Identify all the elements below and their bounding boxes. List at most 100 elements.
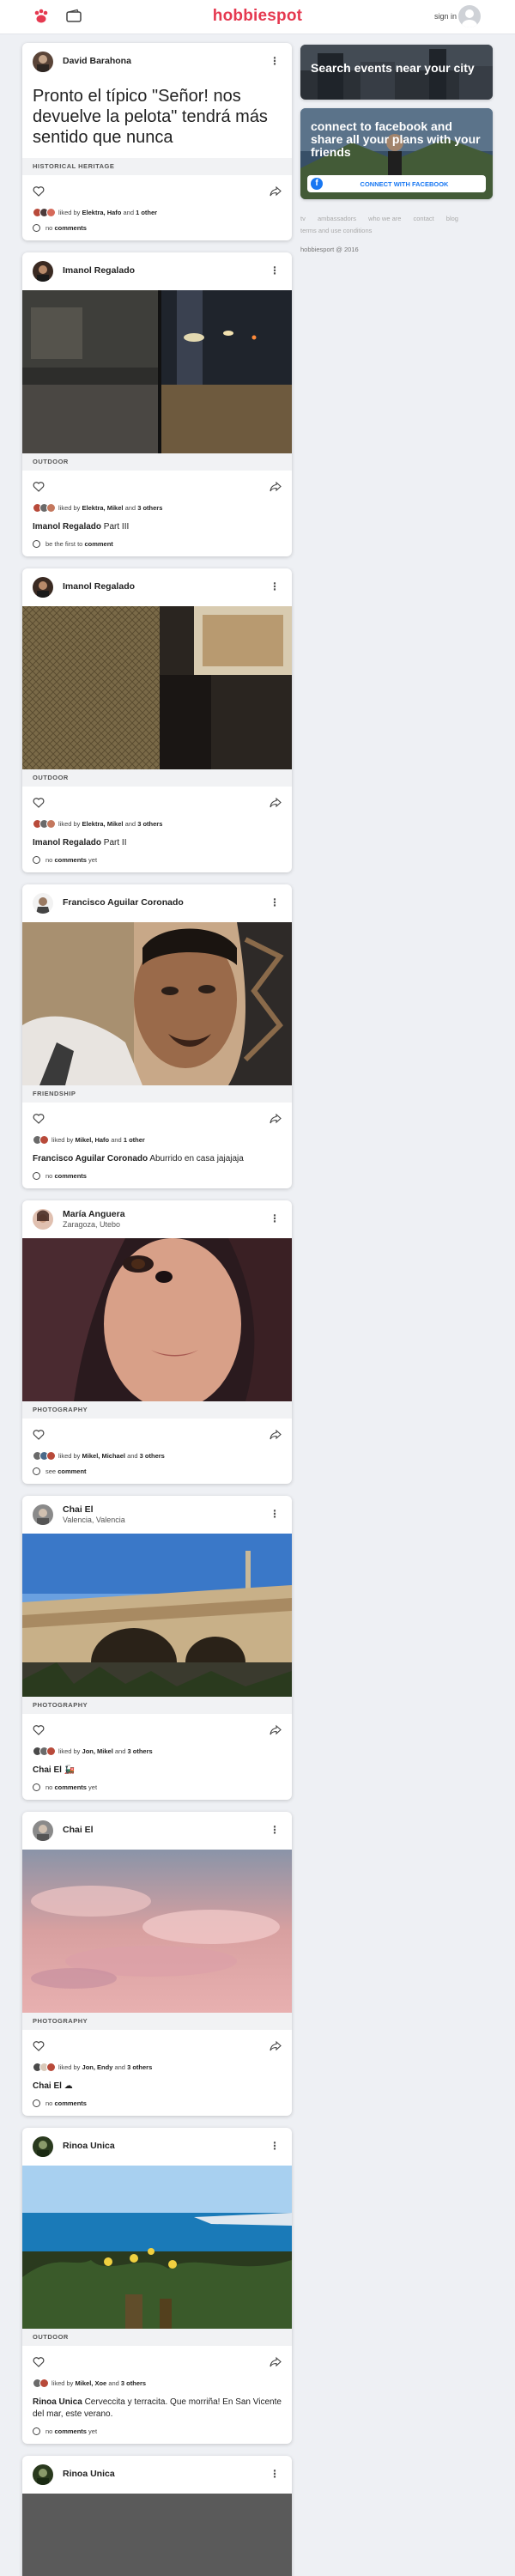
- comments-link[interactable]: see comment: [33, 1467, 282, 1475]
- more-options-icon[interactable]: ⋮: [270, 1824, 280, 1836]
- share-icon[interactable]: [270, 1429, 282, 1441]
- author-avatar[interactable]: [33, 1820, 53, 1841]
- post-category-tag[interactable]: OUTDOOR: [22, 2329, 292, 2346]
- footer-link[interactable]: contact: [414, 215, 434, 222]
- author-name[interactable]: María Anguera: [63, 1209, 125, 1219]
- more-options-icon[interactable]: ⋮: [270, 2140, 280, 2152]
- post-photo[interactable]: [22, 1534, 292, 1697]
- author-avatar[interactable]: [33, 893, 53, 914]
- author-avatar[interactable]: [33, 2136, 53, 2157]
- comments-link[interactable]: no comments: [33, 1172, 282, 1180]
- comments-word: comments: [54, 1783, 87, 1791]
- author-avatar[interactable]: [33, 52, 53, 72]
- footer-link[interactable]: tv: [300, 215, 306, 222]
- share-icon[interactable]: [270, 481, 282, 493]
- author-name[interactable]: Francisco Aguilar Coronado: [63, 897, 184, 908]
- post-card: David Barahona ⋮ Pronto el típico "Señor…: [22, 43, 292, 240]
- author-name[interactable]: Chai El: [63, 1504, 94, 1515]
- heart-icon[interactable]: [33, 1429, 45, 1441]
- share-icon[interactable]: [270, 185, 282, 197]
- author-name[interactable]: David Barahona: [63, 56, 131, 66]
- post-category-tag[interactable]: PHOTOGRAPHY: [22, 2013, 292, 2030]
- footer-link[interactable]: ambassadors: [318, 215, 356, 222]
- user-avatar[interactable]: [458, 5, 481, 27]
- events-promo[interactable]: Search events near your city: [300, 45, 493, 100]
- footer-link[interactable]: who we are: [368, 215, 401, 222]
- caption-author[interactable]: Francisco Aguilar Coronado: [33, 1154, 148, 1163]
- heart-icon[interactable]: [33, 2356, 45, 2368]
- post-photo[interactable]: [22, 922, 292, 1085]
- footer-link[interactable]: terms and use conditions: [300, 227, 372, 234]
- comments-link[interactable]: no comments yet: [33, 856, 282, 864]
- more-options-icon[interactable]: ⋮: [270, 2468, 280, 2480]
- post-category-tag[interactable]: OUTDOOR: [22, 453, 292, 471]
- post-photo[interactable]: [22, 1850, 292, 2013]
- author-avatar[interactable]: [33, 2464, 53, 2485]
- author-name[interactable]: Imanol Regalado: [63, 581, 135, 592]
- author-name[interactable]: Imanol Regalado: [63, 265, 135, 276]
- post-category-tag[interactable]: FRIENDSHIP: [22, 1085, 292, 1103]
- author-avatar[interactable]: [33, 1504, 53, 1525]
- likes-summary[interactable]: liked by Elektra, Hafo and 1 other: [33, 208, 282, 217]
- footer-link[interactable]: blog: [446, 215, 458, 222]
- heart-icon[interactable]: [33, 797, 45, 809]
- author-name[interactable]: Rinoa Unica: [63, 2469, 115, 2479]
- more-options-icon[interactable]: ⋮: [270, 1508, 280, 1520]
- comments-link[interactable]: no comments: [33, 2099, 282, 2107]
- caption-author[interactable]: Chai El: [33, 1765, 62, 1775]
- share-icon[interactable]: [270, 797, 282, 809]
- likes-summary[interactable]: liked by Mikel, Michael and 3 others: [33, 1451, 282, 1461]
- more-options-icon[interactable]: ⋮: [270, 1212, 280, 1224]
- caption-author[interactable]: Chai El: [33, 2081, 62, 2091]
- comments-link[interactable]: no comments: [33, 224, 282, 232]
- likes-summary[interactable]: liked by Jon, Mikel and 3 others: [33, 1747, 282, 1756]
- post-location[interactable]: Valencia, Valencia: [63, 1516, 125, 1524]
- share-icon[interactable]: [270, 1113, 282, 1125]
- post-headline[interactable]: Pronto el típico "Señor! nos devuelve la…: [22, 81, 292, 158]
- post-category-tag[interactable]: PHOTOGRAPHY: [22, 1697, 292, 1714]
- likes-summary[interactable]: liked by Mikel, Xoe and 3 others: [33, 2379, 282, 2388]
- sign-in-link[interactable]: sign in: [434, 12, 457, 21]
- post-photo[interactable]: [22, 606, 292, 769]
- heart-icon[interactable]: [33, 1113, 45, 1125]
- likes-and: and: [108, 2379, 119, 2387]
- heart-icon[interactable]: [33, 185, 45, 197]
- share-icon[interactable]: [270, 1724, 282, 1736]
- post-photo[interactable]: [22, 2494, 292, 2576]
- heart-icon[interactable]: [33, 2040, 45, 2052]
- share-icon[interactable]: [270, 2040, 282, 2052]
- author-avatar[interactable]: [33, 577, 53, 598]
- likes-prefix: liked by: [52, 1136, 74, 1144]
- author-avatar[interactable]: [33, 1209, 53, 1230]
- post-category-tag[interactable]: OUTDOOR: [22, 769, 292, 787]
- post-photo[interactable]: [22, 290, 292, 453]
- likes-summary[interactable]: liked by Mikel, Hafo and 1 other: [33, 1135, 282, 1145]
- more-options-icon[interactable]: ⋮: [270, 580, 280, 592]
- more-options-icon[interactable]: ⋮: [270, 264, 280, 276]
- share-icon[interactable]: [270, 2356, 282, 2368]
- caption-author[interactable]: Rinoa Unica: [33, 2397, 82, 2407]
- comments-link[interactable]: be the first to comment: [33, 540, 282, 548]
- caption-author[interactable]: Imanol Regalado: [33, 522, 101, 532]
- connect-facebook-button[interactable]: f CONNECT WITH FACEBOOK: [307, 175, 486, 192]
- caption-author[interactable]: Imanol Regalado: [33, 838, 101, 848]
- post-photo[interactable]: [22, 2166, 292, 2329]
- author-name[interactable]: Rinoa Unica: [63, 2141, 115, 2151]
- comments-link[interactable]: no comments yet: [33, 1783, 282, 1791]
- post-photo[interactable]: [22, 1238, 292, 1401]
- heart-icon[interactable]: [33, 481, 45, 493]
- post-location[interactable]: Zaragoza, Utebo: [63, 1220, 120, 1229]
- heart-icon[interactable]: [33, 1724, 45, 1736]
- more-options-icon[interactable]: ⋮: [270, 55, 280, 67]
- author-name[interactable]: Chai El: [63, 1825, 94, 1835]
- comments-link[interactable]: no comments yet: [33, 2427, 282, 2435]
- post-category-tag[interactable]: HISTORICAL HERITAGE: [22, 158, 292, 175]
- likes-more: 3 others: [137, 820, 163, 828]
- likes-more: 1 other: [136, 209, 158, 216]
- post-category-tag[interactable]: PHOTOGRAPHY: [22, 1401, 292, 1419]
- likes-summary[interactable]: liked by Elektra, Mikel and 3 others: [33, 503, 282, 513]
- likes-summary[interactable]: liked by Elektra, Mikel and 3 others: [33, 819, 282, 829]
- author-avatar[interactable]: [33, 261, 53, 282]
- likes-summary[interactable]: liked by Jon, Endy and 3 others: [33, 2063, 282, 2072]
- more-options-icon[interactable]: ⋮: [270, 896, 280, 908]
